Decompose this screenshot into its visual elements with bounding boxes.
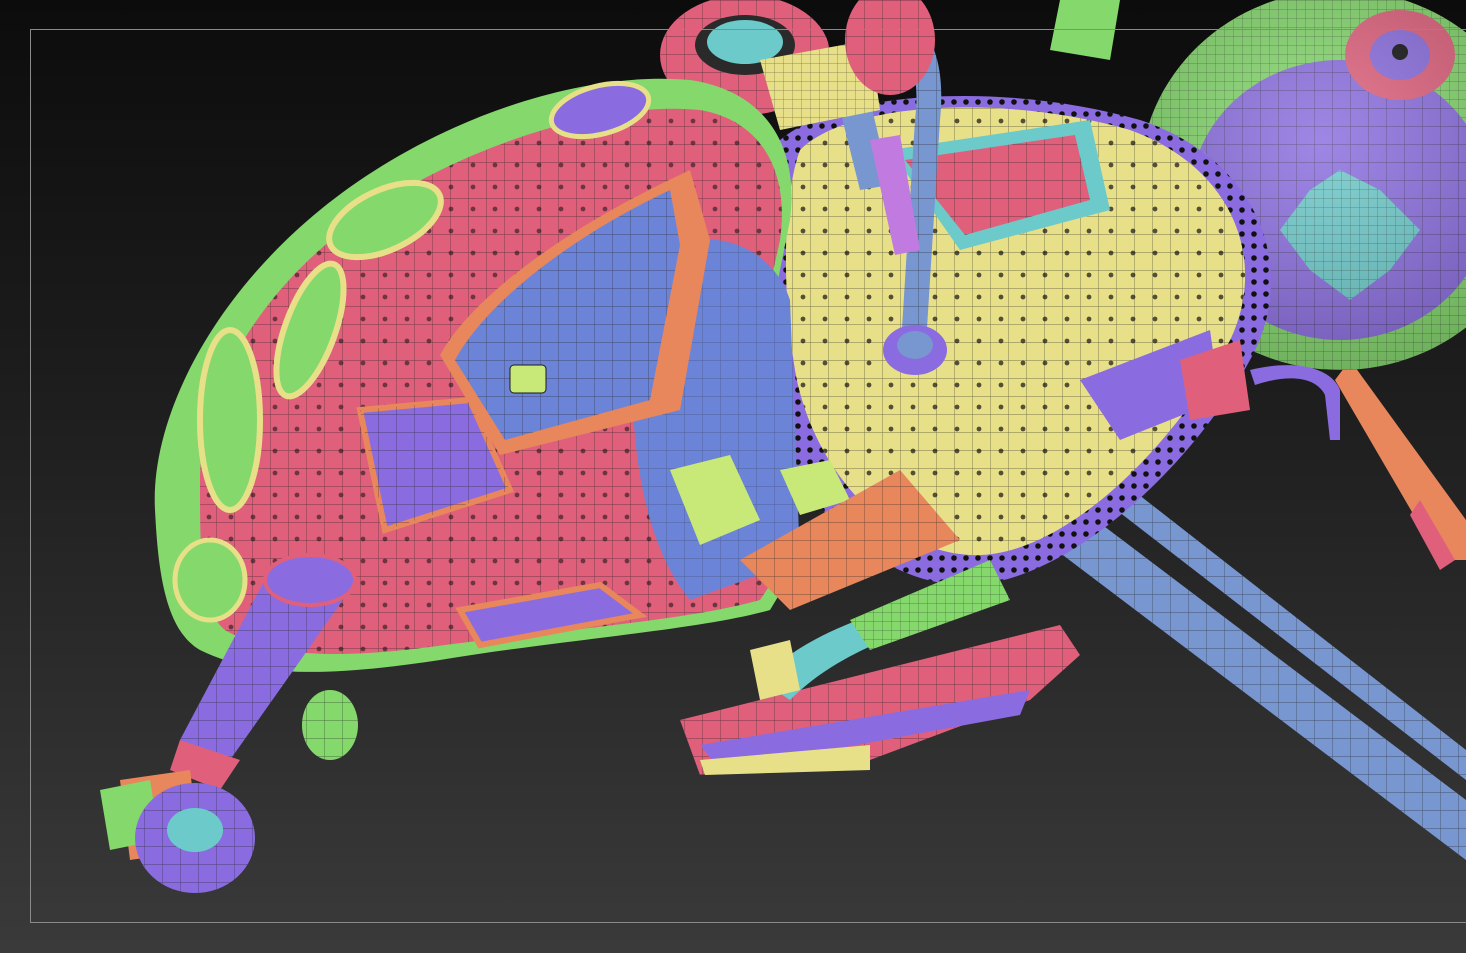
strut-rear <box>1335 360 1466 560</box>
viewport-3d[interactable] <box>0 0 1466 953</box>
model-scene[interactable] <box>0 0 1466 953</box>
porthole-5 <box>172 537 248 623</box>
canopy-latch <box>509 364 547 394</box>
hose[interactable] <box>1250 365 1340 440</box>
porthole-1 <box>197 327 263 513</box>
